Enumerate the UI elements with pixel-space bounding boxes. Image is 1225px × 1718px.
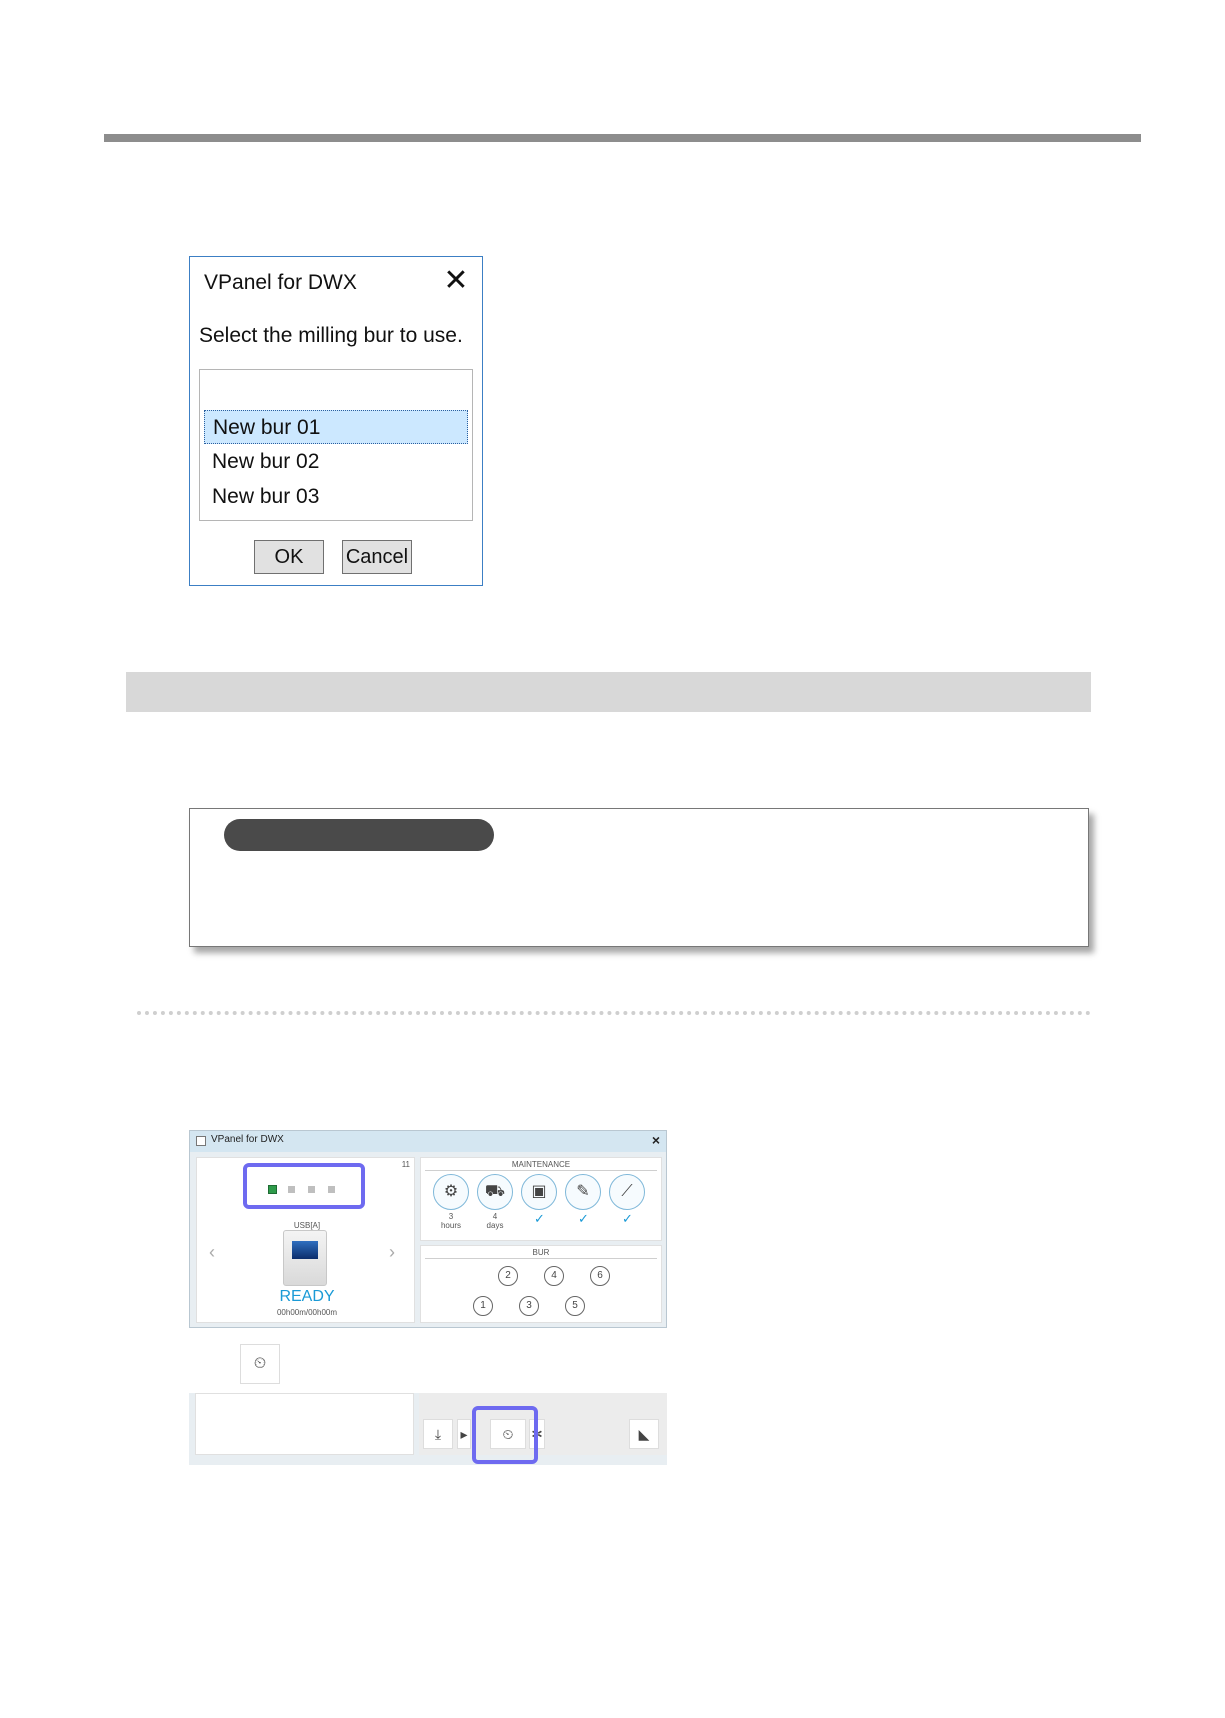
close-icon[interactable]: ✕ [442,266,470,296]
spindle-maintenance-icon[interactable]: ⚙ [433,1174,469,1210]
maintenance-unit: hours [440,1221,461,1230]
close-icon[interactable]: × [652,1132,660,1148]
check-icon: ✓ [622,1211,633,1226]
chevron-left-icon[interactable]: ‹ [209,1242,215,1263]
note-label-pill [224,819,494,851]
machine-screen [292,1241,318,1259]
maintenance-value: 4 [492,1212,498,1221]
maintenance-unit: days [486,1221,504,1230]
section-heading-bar [126,672,1091,712]
chevron-right-icon[interactable]: › [389,1242,395,1263]
bur-slot[interactable]: 3 [519,1296,539,1316]
machine-index: 11 [401,1160,410,1169]
bur-slot[interactable]: 6 [590,1266,610,1286]
vpanel-title: VPanel for DWX [211,1134,284,1145]
maintenance-panel: MAINTENANCE ⚙ ⛟ ▣ ✎ ⟋ 3 hours 4 days ✓ ✓… [420,1157,662,1241]
bur-slot[interactable]: 5 [565,1296,585,1316]
connection-label: USB[A] [293,1221,321,1230]
vpanel-toolbar-strip: ⤓ ▸ ⏲ ✲ ◣ [189,1393,667,1465]
app-icon [196,1136,206,1146]
cut-material-icon[interactable]: ⤓ [423,1419,453,1449]
elapsed-time: 00h00m/00h00m [276,1308,338,1317]
dialog-title: VPanel for DWX [204,271,357,294]
bur-slot[interactable]: 1 [473,1296,493,1316]
check-icon: ✓ [534,1211,545,1226]
bur-slot[interactable]: 4 [544,1266,564,1286]
ok-button[interactable]: OK [254,540,324,574]
vpanel-titlebar: VPanel for DWX × [190,1131,666,1152]
check-icon: ✓ [578,1211,589,1226]
cancel-button[interactable]: Cancel [342,540,412,574]
machine-cleaning-icon[interactable]: ⛟ [477,1174,513,1210]
bur-replacement-icon: ⏲ [240,1344,280,1384]
status-text: READY [279,1288,335,1305]
bur-listbox[interactable]: New bur 01 New bur 02 New bur 03 [199,369,473,521]
bur-check-icon[interactable]: ⟋ [609,1174,645,1210]
collet-cleaning-icon[interactable]: ✎ [565,1174,601,1210]
maintenance-heading: MAINTENANCE [511,1160,571,1169]
logo-icon[interactable]: ◣ [629,1419,659,1449]
dialog-prompt: Select the milling bur to use. [199,324,463,347]
bur-list-item[interactable]: New bur 02 [204,445,468,479]
bur-heading: BUR [532,1248,550,1257]
output-icon[interactable]: ▸ [457,1419,471,1449]
left-panel-fragment [195,1393,414,1455]
bur-list-item[interactable]: New bur 03 [204,480,468,514]
maintenance-value: 3 [448,1212,454,1221]
bur-list-item[interactable]: New bur 01 [204,410,468,444]
vpanel-window: VPanel for DWX × 11 USB[A] ‹ › READY 00h… [189,1130,667,1328]
separator [425,1258,657,1259]
machine-indicator-highlight [243,1163,365,1209]
bur-replacement-highlight [472,1406,538,1464]
dust-collector-icon[interactable]: ▣ [521,1174,557,1210]
dotted-divider [137,1011,1091,1015]
select-bur-dialog: VPanel for DWX ✕ Select the milling bur … [189,256,483,586]
milling-machine-image [283,1230,327,1286]
top-rule [104,134,1141,142]
bur-slot[interactable]: 2 [498,1266,518,1286]
separator [425,1170,657,1171]
bur-panel: BUR 2 4 6 1 3 5 [420,1245,662,1323]
